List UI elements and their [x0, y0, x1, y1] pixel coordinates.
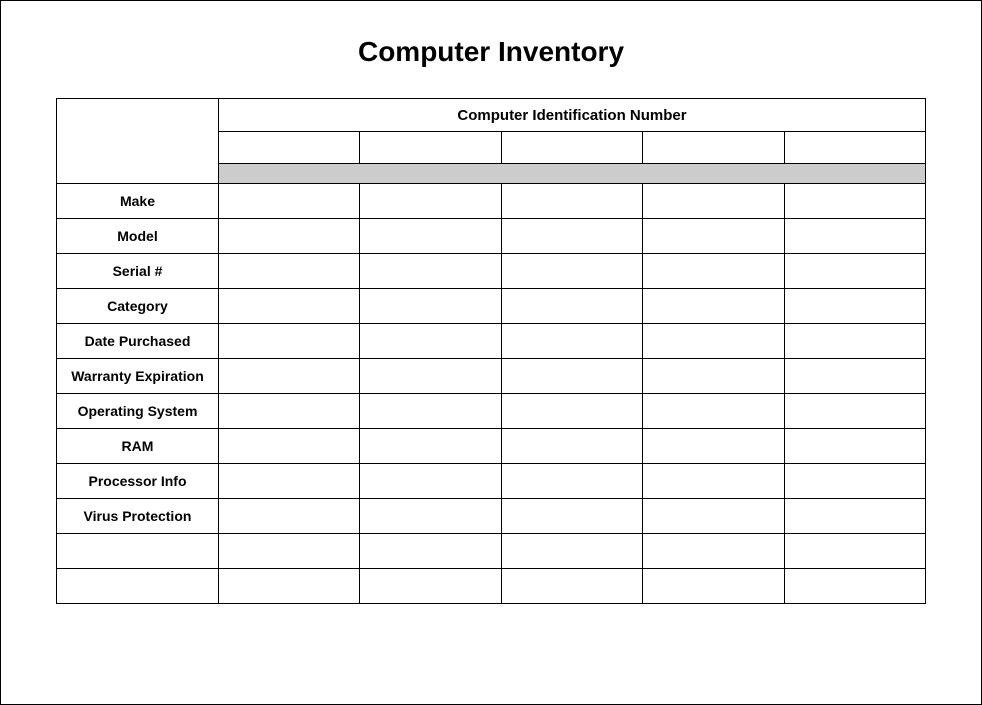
data-cell[interactable]: [784, 499, 925, 534]
data-cell[interactable]: [643, 394, 784, 429]
data-cell[interactable]: [501, 289, 642, 324]
table-row: Category: [57, 289, 926, 324]
identification-header: Computer Identification Number: [219, 99, 926, 132]
data-cell[interactable]: [501, 324, 642, 359]
row-label-model: Model: [57, 219, 219, 254]
data-cell[interactable]: [501, 359, 642, 394]
data-cell[interactable]: [784, 184, 925, 219]
row-label-virus: Virus Protection: [57, 499, 219, 534]
data-cell[interactable]: [643, 534, 784, 569]
id-cell[interactable]: [360, 132, 501, 164]
data-cell[interactable]: [643, 184, 784, 219]
page-title: Computer Inventory: [56, 36, 926, 68]
data-cell[interactable]: [643, 289, 784, 324]
data-cell[interactable]: [219, 254, 360, 289]
data-cell[interactable]: [501, 499, 642, 534]
data-cell[interactable]: [360, 569, 501, 604]
row-label-serial: Serial #: [57, 254, 219, 289]
row-label-blank: [57, 534, 219, 569]
data-cell[interactable]: [219, 289, 360, 324]
data-cell[interactable]: [643, 219, 784, 254]
table-row: Virus Protection: [57, 499, 926, 534]
data-cell[interactable]: [219, 394, 360, 429]
table-row: [57, 534, 926, 569]
data-cell[interactable]: [219, 499, 360, 534]
data-cell[interactable]: [360, 429, 501, 464]
table-row: Operating System: [57, 394, 926, 429]
data-cell[interactable]: [501, 394, 642, 429]
data-cell[interactable]: [784, 219, 925, 254]
data-cell[interactable]: [219, 324, 360, 359]
id-cell[interactable]: [784, 132, 925, 164]
data-cell[interactable]: [360, 324, 501, 359]
data-cell[interactable]: [643, 429, 784, 464]
row-label-processor: Processor Info: [57, 464, 219, 499]
data-cell[interactable]: [360, 534, 501, 569]
data-cell[interactable]: [501, 254, 642, 289]
data-cell[interactable]: [360, 289, 501, 324]
data-cell[interactable]: [784, 254, 925, 289]
data-cell[interactable]: [784, 359, 925, 394]
data-cell[interactable]: [360, 184, 501, 219]
data-cell[interactable]: [360, 359, 501, 394]
data-cell[interactable]: [360, 254, 501, 289]
data-cell[interactable]: [784, 429, 925, 464]
data-cell[interactable]: [643, 359, 784, 394]
id-cell[interactable]: [219, 132, 360, 164]
id-cell[interactable]: [501, 132, 642, 164]
data-cell[interactable]: [784, 324, 925, 359]
row-label-make: Make: [57, 184, 219, 219]
table-row: Make: [57, 184, 926, 219]
table-row: Processor Info: [57, 464, 926, 499]
data-cell[interactable]: [219, 429, 360, 464]
data-cell[interactable]: [784, 569, 925, 604]
table-row: Serial #: [57, 254, 926, 289]
data-cell[interactable]: [784, 289, 925, 324]
data-cell[interactable]: [643, 254, 784, 289]
data-cell[interactable]: [643, 464, 784, 499]
header-row: Computer Identification Number: [57, 99, 926, 132]
data-cell[interactable]: [784, 534, 925, 569]
document-page: Computer Inventory Computer Identificati…: [0, 0, 982, 705]
shaded-band: [219, 164, 926, 184]
table-row: RAM: [57, 429, 926, 464]
table-row: Model: [57, 219, 926, 254]
data-cell[interactable]: [219, 359, 360, 394]
id-cell[interactable]: [643, 132, 784, 164]
data-cell[interactable]: [501, 464, 642, 499]
data-cell[interactable]: [501, 184, 642, 219]
data-cell[interactable]: [219, 534, 360, 569]
data-cell[interactable]: [501, 569, 642, 604]
data-cell[interactable]: [643, 499, 784, 534]
data-cell[interactable]: [501, 429, 642, 464]
row-label-ram: RAM: [57, 429, 219, 464]
data-cell[interactable]: [784, 394, 925, 429]
table-row: [57, 569, 926, 604]
data-cell[interactable]: [219, 184, 360, 219]
data-cell[interactable]: [219, 569, 360, 604]
data-cell[interactable]: [360, 499, 501, 534]
data-cell[interactable]: [219, 219, 360, 254]
row-label-blank: [57, 569, 219, 604]
row-label-os: Operating System: [57, 394, 219, 429]
data-cell[interactable]: [360, 464, 501, 499]
data-cell[interactable]: [643, 569, 784, 604]
data-cell[interactable]: [501, 534, 642, 569]
data-cell[interactable]: [501, 219, 642, 254]
row-label-warranty: Warranty Expiration: [57, 359, 219, 394]
table-row: Date Purchased: [57, 324, 926, 359]
data-cell[interactable]: [219, 464, 360, 499]
data-cell[interactable]: [643, 324, 784, 359]
data-cell[interactable]: [360, 219, 501, 254]
data-cell[interactable]: [784, 464, 925, 499]
table-row: Warranty Expiration: [57, 359, 926, 394]
data-cell[interactable]: [360, 394, 501, 429]
row-label-category: Category: [57, 289, 219, 324]
header-empty-corner: [57, 99, 219, 184]
row-label-date-purchased: Date Purchased: [57, 324, 219, 359]
inventory-table: Computer Identification Number Make Mode…: [56, 98, 926, 604]
